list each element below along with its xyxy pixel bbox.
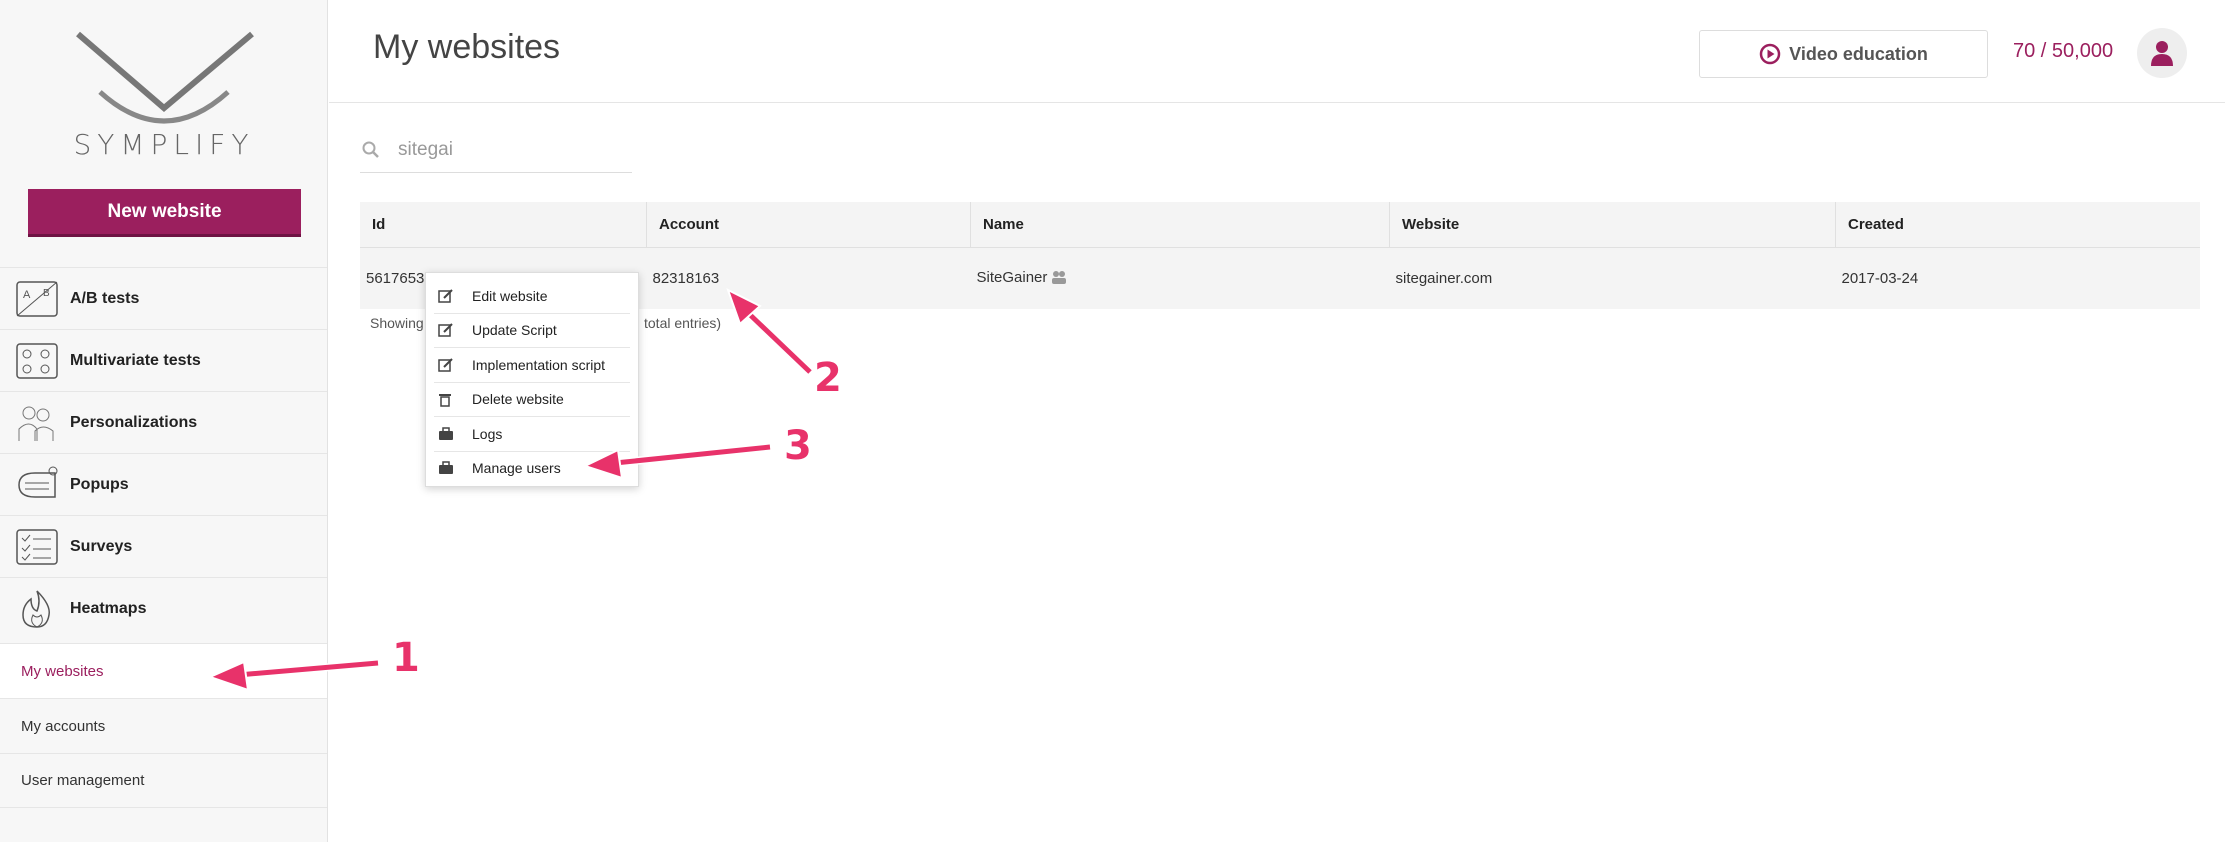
annotation-number-1: 1: [392, 635, 420, 681]
arrow-2: [726, 287, 813, 375]
annotation-number-2: 2: [814, 355, 842, 401]
arrow-3: [582, 443, 771, 480]
annotation-arrows: [207, 287, 813, 692]
annotation-number-3: 3: [784, 423, 812, 469]
arrow-1: [207, 659, 379, 692]
